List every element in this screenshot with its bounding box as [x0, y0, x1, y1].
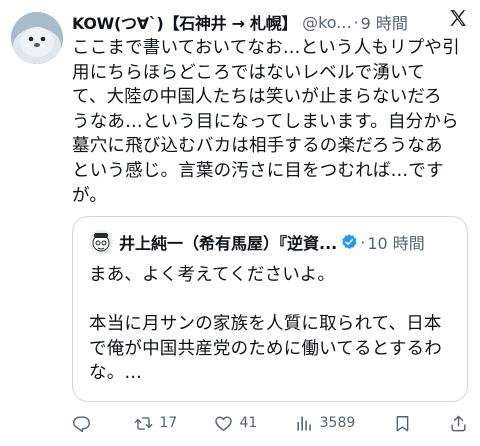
retweet-icon: [135, 416, 153, 430]
share-button[interactable]: [449, 408, 468, 438]
quote-line: 本当に月サンの家族を人質に取られて、日本: [89, 314, 442, 335]
reply-button[interactable]: [72, 408, 97, 438]
verified-badge-icon: [342, 234, 357, 250]
share-icon: [451, 415, 466, 431]
x-logo-icon[interactable]: [448, 8, 468, 28]
quote-line: で俺が中国共産党のために働いてるとするわ: [89, 338, 442, 359]
tweet-line: 用にちらほらどころではないレベルで湧いて: [72, 62, 425, 83]
views-icon: [297, 415, 311, 431]
tweet-line: て、大陸の中国人たちは笑いが止まらないだろ: [72, 87, 442, 108]
reply-icon: [73, 415, 90, 432]
cartoon-avatar: [89, 230, 113, 254]
quoted-tweet[interactable]: 井上純一（希有馬屋）『逆資... · 10 時間 まあ、よく考えてくださいよ。 …: [72, 216, 468, 402]
separator-dot: ·: [360, 232, 366, 252]
tweet-time[interactable]: 9 時間: [361, 10, 408, 34]
retweet-count: 17: [159, 415, 178, 431]
quote-line: まあ、よく考えてくださいよ。: [89, 265, 336, 285]
action-bar: 17 41 3589: [72, 408, 468, 438]
quote-body: まあ、よく考えてくださいよ。 本当に月サンの家族を人質に取られて、日本 で俺が中…: [89, 263, 459, 386]
tweet-body: ここまで書いておいてなお…という人もリプや引 用にちらほらどころではないレベルで…: [72, 36, 472, 208]
author-name[interactable]: KOW(つ∀`)【石神井 → 札幌】: [72, 10, 297, 34]
quote-line: [89, 288, 459, 313]
seal-avatar: [11, 12, 63, 64]
author-handle[interactable]: @ko...: [302, 13, 351, 32]
quote-author-name[interactable]: 井上純一（希有馬屋）『逆資...: [119, 230, 337, 254]
retweet-button[interactable]: 17: [134, 408, 177, 438]
views-button[interactable]: 3589: [295, 408, 356, 438]
tweet-line: 墓穴に飛び込むバカは相手するの楽だろうなあ: [72, 136, 443, 157]
quote-header: 井上純一（希有馬屋）『逆資... · 10 時間: [119, 230, 457, 254]
separator-dot: ·: [353, 12, 359, 32]
like-button[interactable]: 41: [214, 408, 257, 438]
quote-line: な。…: [89, 363, 143, 384]
quote-author-avatar[interactable]: [89, 230, 113, 254]
like-count: 41: [239, 415, 258, 431]
views-count: 3589: [319, 415, 356, 431]
bookmark-icon: [396, 415, 408, 431]
quote-time[interactable]: 10 時間: [367, 230, 424, 254]
tweet-line: ここまで書いておいてなお…という人もリプや引: [72, 38, 460, 58]
tweet-header: KOW(つ∀`)【石神井 → 札幌】 @ko... · 9 時間: [72, 10, 468, 34]
author-avatar[interactable]: [11, 12, 63, 64]
tweet-line: という感じ。言葉の汚さに目をつむれば…です: [72, 160, 444, 181]
tweet-line: が。: [72, 185, 108, 206]
bookmark-button[interactable]: [393, 408, 412, 438]
like-icon: [215, 415, 233, 431]
tweet-line: うなあ…という目になってしまいます。自分から: [72, 111, 459, 132]
